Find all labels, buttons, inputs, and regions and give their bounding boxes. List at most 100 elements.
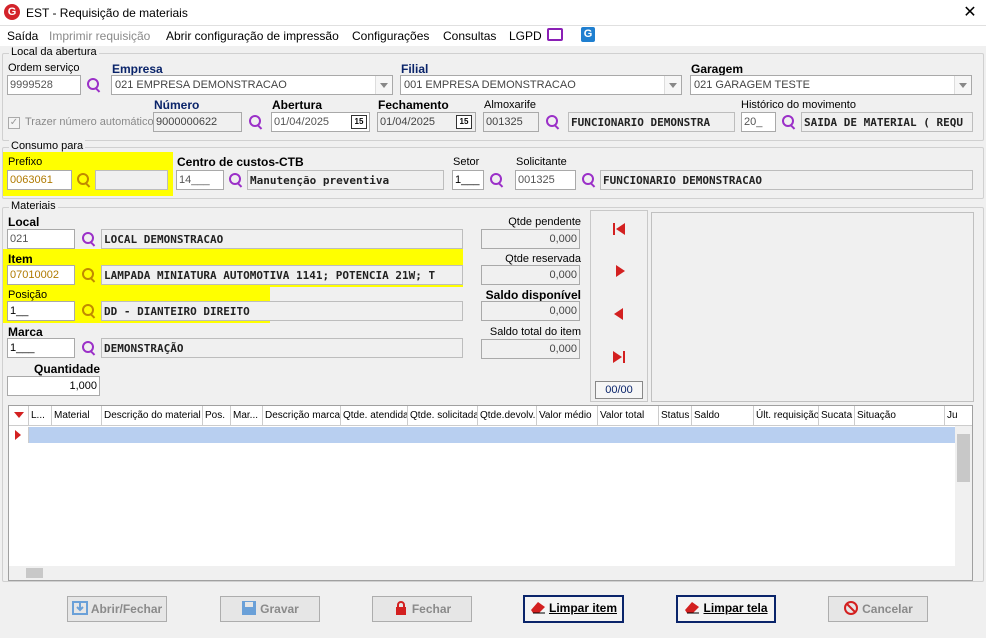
search-icon[interactable] xyxy=(81,231,97,247)
search-icon[interactable] xyxy=(228,172,244,188)
menu-abrir-configuracao[interactable]: Abrir configuração de impressão xyxy=(166,29,339,43)
column-header[interactable]: Qtde. atendida xyxy=(341,406,408,426)
column-header[interactable]: Qtde. solicitada xyxy=(408,406,478,426)
row-indicator xyxy=(9,427,29,443)
title-bar: G EST - Requisição de materiais ✕ xyxy=(0,0,986,26)
chevron-down-icon xyxy=(664,76,681,94)
column-header[interactable]: Valor total xyxy=(598,406,659,426)
menu-lgpd[interactable]: LGPD xyxy=(509,29,542,43)
item-label: Item xyxy=(8,252,33,266)
grid-header: L... Material Descrição do material Pos.… xyxy=(9,406,972,426)
almoxarife-code-input[interactable]: 001325 xyxy=(483,112,539,132)
centro-custos-name-field: Manutenção preventiva xyxy=(247,170,444,190)
gravar-button[interactable]: Gravar xyxy=(220,596,320,622)
limpar-tela-button[interactable]: Limpar tela xyxy=(676,595,776,623)
item-name-field: LAMPADA MINIATURA AUTOMOTIVA 1141; POTEN… xyxy=(101,265,463,285)
open-close-icon xyxy=(71,601,88,615)
cancelar-button[interactable]: Cancelar xyxy=(828,596,928,622)
setor-input[interactable]: 1___ xyxy=(452,170,484,190)
column-header[interactable]: Qtde.devolv. xyxy=(478,406,537,426)
save-icon xyxy=(242,601,257,615)
calendar-icon[interactable]: 15 xyxy=(351,115,367,129)
search-icon[interactable] xyxy=(781,114,797,130)
posicao-code-input[interactable]: 1__ xyxy=(7,301,75,321)
column-header[interactable]: Descrição marca xyxy=(263,406,341,426)
search-icon[interactable] xyxy=(81,340,97,356)
centro-custos-code-input[interactable]: 14___ xyxy=(176,170,224,190)
local-code-input[interactable]: 021 xyxy=(7,229,75,249)
menu-consultas[interactable]: Consultas xyxy=(443,29,496,43)
numero-input[interactable]: 9000000622 xyxy=(153,112,242,132)
solicitante-label: Solicitante xyxy=(516,156,567,168)
abrir-fechar-button[interactable]: Abrir/Fechar xyxy=(67,596,167,622)
eraser-icon xyxy=(685,602,700,614)
next-record-icon[interactable] xyxy=(614,264,628,278)
column-header[interactable]: Saldo xyxy=(692,406,754,426)
lock-icon xyxy=(395,601,406,615)
search-icon[interactable] xyxy=(81,303,97,319)
ordem-servico-input[interactable]: 9999528 xyxy=(7,75,81,95)
almoxarife-name-field: FUNCIONARIO DEMONSTRA xyxy=(568,112,735,132)
column-header[interactable]: Sucata xyxy=(819,406,855,426)
search-icon[interactable] xyxy=(81,267,97,283)
column-header[interactable]: Últ. requisição xyxy=(754,406,819,426)
fechamento-label: Fechamento xyxy=(378,98,449,112)
search-icon[interactable] xyxy=(248,114,264,130)
limpar-item-button[interactable]: Limpar item xyxy=(523,595,624,623)
menu-saida[interactable]: Saída xyxy=(7,29,38,43)
saldo-disponivel-field: 0,000 xyxy=(481,301,580,321)
column-header[interactable]: L... xyxy=(29,406,52,426)
column-header[interactable]: Status xyxy=(659,406,692,426)
historico-code-input[interactable]: 20_ xyxy=(741,112,776,132)
previous-record-icon[interactable] xyxy=(612,307,626,321)
column-header[interactable]: Mar... xyxy=(231,406,263,426)
quantidade-input[interactable]: 1,000 xyxy=(7,376,100,396)
search-icon[interactable] xyxy=(545,114,561,130)
menu-imprimir-requisicao[interactable]: Imprimir requisição xyxy=(49,29,150,43)
search-icon[interactable] xyxy=(489,172,505,188)
item-code-input[interactable]: 07010002 xyxy=(7,265,75,285)
saldo-disponivel-label: Saldo disponível xyxy=(485,288,581,302)
column-header[interactable]: Pos. xyxy=(203,406,231,426)
column-header[interactable]: Valor médio xyxy=(537,406,598,426)
local-name-field: LOCAL DEMONSTRACAO xyxy=(101,229,463,249)
empresa-select[interactable]: 021 EMPRESA DEMONSTRACAO xyxy=(111,75,393,95)
vertical-scrollbar[interactable] xyxy=(955,426,972,568)
ordem-servico-label: Ordem serviço xyxy=(8,62,80,74)
quantidade-label: Quantidade xyxy=(33,362,100,376)
posicao-label: Posição xyxy=(8,289,48,301)
column-header[interactable]: Situação xyxy=(855,406,945,426)
filial-select[interactable]: 001 EMPRESA DEMONSTRACAO xyxy=(400,75,682,95)
fechar-button[interactable]: Fechar xyxy=(372,596,472,622)
search-icon[interactable] xyxy=(76,172,92,188)
column-header[interactable]: Ju xyxy=(945,406,959,426)
centro-custos-label: Centro de custos-CTB xyxy=(177,155,304,169)
items-grid[interactable]: L... Material Descrição do material Pos.… xyxy=(8,405,973,581)
search-icon[interactable] xyxy=(581,172,597,188)
garagem-select[interactable]: 021 GARAGEM TESTE xyxy=(690,75,972,95)
menu-configuracoes[interactable]: Configurações xyxy=(352,29,429,43)
first-record-icon[interactable] xyxy=(612,222,626,236)
chevron-down-icon xyxy=(375,76,392,94)
filial-label: Filial xyxy=(401,62,429,76)
g-app-icon[interactable]: G xyxy=(581,27,595,42)
calendar-icon[interactable]: 15 xyxy=(456,115,472,129)
last-record-icon[interactable] xyxy=(612,350,626,364)
cancel-icon xyxy=(844,601,859,615)
setor-label: Setor xyxy=(453,156,480,168)
group-title: Consumo para xyxy=(9,140,86,152)
trazer-numero-checkbox[interactable]: ✓ xyxy=(8,117,20,129)
column-header[interactable]: Descrição do material xyxy=(102,406,203,426)
grid-menu-icon[interactable] xyxy=(9,406,29,426)
saldo-total-label: Saldo total do item xyxy=(489,326,581,338)
marca-name-field: DEMONSTRAÇÃO xyxy=(101,338,463,358)
prefixo-input[interactable]: 0063061 xyxy=(7,170,72,190)
horizontal-scrollbar[interactable] xyxy=(9,566,972,580)
column-header[interactable]: Material xyxy=(52,406,102,426)
search-icon[interactable] xyxy=(86,77,102,93)
close-icon[interactable]: ✕ xyxy=(958,2,982,24)
solicitante-code-input[interactable]: 001325 xyxy=(515,170,576,190)
table-row[interactable] xyxy=(9,427,956,443)
marca-code-input[interactable]: 1___ xyxy=(7,338,75,358)
monitor-icon[interactable] xyxy=(547,28,563,41)
